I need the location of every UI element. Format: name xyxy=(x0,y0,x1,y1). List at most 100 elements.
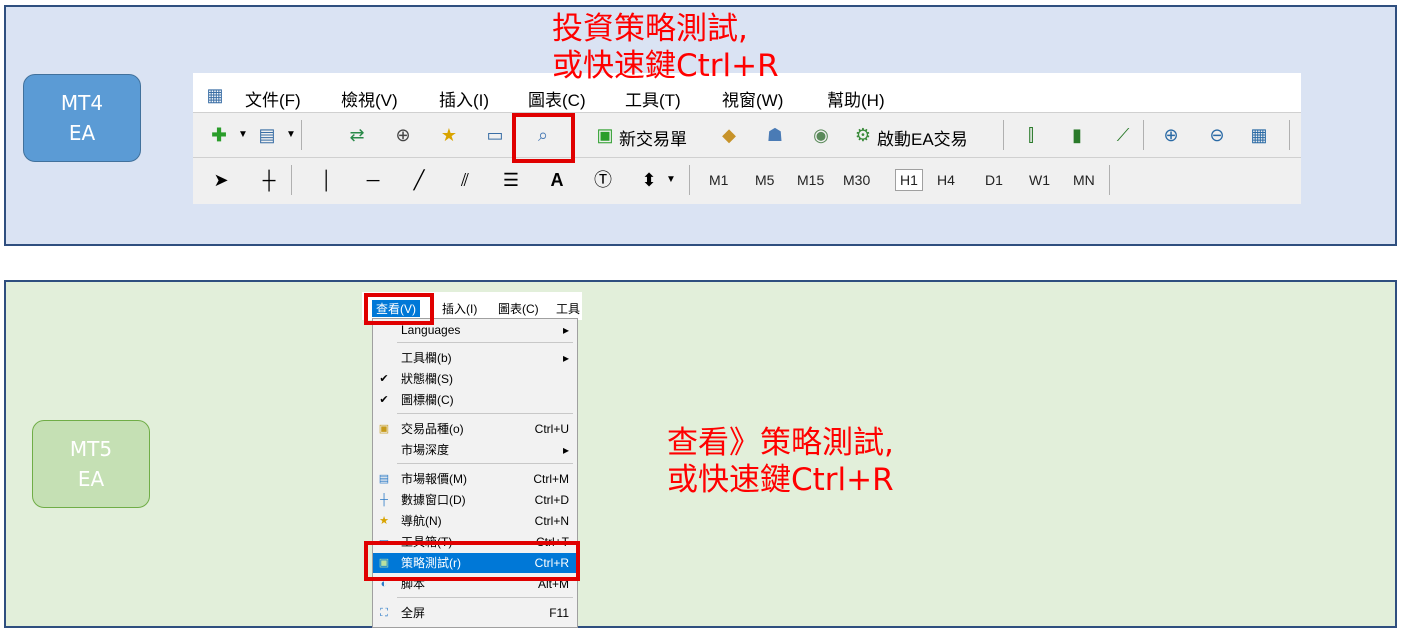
menu-window[interactable]: 視窗(W) xyxy=(722,86,783,111)
menu-item-market-watch[interactable]: ▤ 市場報價(M) Ctrl+M xyxy=(373,469,577,489)
menu-item-status-bar[interactable]: ✔ 狀態欄(S) xyxy=(373,369,577,389)
new-order-button[interactable]: 新交易單 xyxy=(619,125,687,150)
timeframe-mn[interactable]: MN xyxy=(1073,172,1095,188)
candlestick-chart-icon[interactable]: ▮ xyxy=(1065,123,1089,147)
chevron-down-icon[interactable]: ▼ xyxy=(659,168,683,192)
horizontal-line-icon[interactable]: ─ xyxy=(361,168,385,192)
metaeditor-icon[interactable]: ◆ xyxy=(717,123,741,147)
timeframe-h4[interactable]: H4 xyxy=(937,172,955,188)
zoom-in-icon[interactable]: ⊕ xyxy=(1159,123,1183,147)
community-icon[interactable]: ☗ xyxy=(763,123,787,147)
mt5-annotation: 查看》策略測試, 或快速鍵Ctrl+R xyxy=(667,425,894,499)
navigator-icon[interactable]: ★ xyxy=(437,123,461,147)
timeframe-d1[interactable]: D1 xyxy=(985,172,1003,188)
crosshair-icon[interactable]: ⊕ xyxy=(391,123,415,147)
timeframe-m30[interactable]: M30 xyxy=(843,172,870,188)
menu-item-chart-bar[interactable]: ✔ 圖標欄(C) xyxy=(373,390,577,410)
strategy-tester-highlight xyxy=(512,113,575,163)
mt4-ea-badge: MT4 EA xyxy=(23,74,141,162)
tile-windows-icon[interactable]: ▦ xyxy=(1247,123,1271,147)
menu-view[interactable]: 檢視(V) xyxy=(341,86,398,111)
mt4-drawing-toolbar: ➤ ┼ │ ─ ╱ ⫽ ☰ A Ⓣ ⬍ ▼ M1 M5 M15 M30 H1 H… xyxy=(193,158,1301,202)
toolbar-separator xyxy=(291,165,292,195)
crosshair-tool-icon[interactable]: ┼ xyxy=(257,168,281,192)
line-chart-icon[interactable]: ⟋ xyxy=(1111,123,1135,147)
fibonacci-icon[interactable]: ☰ xyxy=(499,168,523,192)
terminal-icon[interactable]: ▭ xyxy=(483,123,507,147)
mt4-toolbar-screenshot: ▦ 文件(F) 檢視(V) 插入(I) 圖表(C) 工具(T) 視窗(W) 幫助… xyxy=(193,73,1301,204)
menu-item-navigator[interactable]: ★ 導航(N) Ctrl+N xyxy=(373,511,577,531)
menu-insert[interactable]: 插入(I) xyxy=(439,86,489,111)
autotrading-button[interactable]: 啟動EA交易 xyxy=(877,125,968,150)
mt4-annotation: 投資策略測試, 或快速鍵Ctrl+R xyxy=(552,11,779,85)
menu-separator xyxy=(397,413,573,414)
arrows-icon[interactable]: ⬍ xyxy=(637,168,661,192)
menu-item-label: 導航(N) xyxy=(401,514,442,528)
timeframe-h1[interactable]: H1 xyxy=(895,169,923,191)
market-watch-icon: ▤ xyxy=(378,473,390,485)
chart-window-icon[interactable]: ▦ xyxy=(203,83,227,107)
chevron-down-icon[interactable]: ▼ xyxy=(231,123,255,147)
zoom-out-icon[interactable]: ⊖ xyxy=(1205,123,1229,147)
toolbar-separator xyxy=(301,120,302,150)
fullscreen-icon: ⛶ xyxy=(380,607,388,619)
menu-item-shortcut: Ctrl+D xyxy=(534,493,569,507)
new-order-icon[interactable]: ▣ xyxy=(593,123,617,147)
submenu-arrow-icon: ▸ xyxy=(562,351,569,365)
menu-item-shortcut: Ctrl+U xyxy=(534,422,569,436)
signals-icon[interactable]: ◉ xyxy=(809,123,833,147)
text-label-icon[interactable]: Ⓣ xyxy=(591,168,615,192)
market-watch-icon[interactable]: ⇄ xyxy=(345,123,369,147)
menu-item-toolbars[interactable]: 工具欄(b) ▸ xyxy=(373,348,577,368)
menu-item-label: 市場報價(M) xyxy=(401,472,467,486)
mt5-annotation-line1: 查看》策略測試, xyxy=(667,425,894,461)
submenu-arrow-icon: ▸ xyxy=(562,323,569,337)
menu-item-fullscreen[interactable]: ⛶ 全屏 F11 xyxy=(373,603,577,623)
mt4-badge-subtitle: EA xyxy=(68,121,96,145)
menu-separator xyxy=(397,463,573,464)
check-icon: ✔ xyxy=(379,394,389,406)
timeframe-m5[interactable]: M5 xyxy=(755,172,774,188)
menu-item-market-depth[interactable]: 市場深度 ▸ xyxy=(373,440,577,460)
toolbar-separator xyxy=(689,165,690,195)
menu-file[interactable]: 文件(F) xyxy=(245,86,301,111)
mt5-ea-badge: MT5 EA xyxy=(32,420,150,508)
toolbar-separator xyxy=(1289,120,1290,150)
menu-item-data-window[interactable]: ┼ 數據窗口(D) Ctrl+D xyxy=(373,490,577,510)
menu-tools[interactable]: 工具(T) xyxy=(625,86,681,111)
menu-item-label: 狀態欄(S) xyxy=(401,372,453,386)
trend-line-icon[interactable]: ╱ xyxy=(407,168,431,192)
menu-item-shortcut: F11 xyxy=(549,606,569,620)
mt5-menu-tools[interactable]: 工具 xyxy=(556,300,580,317)
menu-separator xyxy=(397,597,573,598)
menu-help[interactable]: 幫助(H) xyxy=(827,86,885,111)
timeframe-m1[interactable]: M1 xyxy=(709,172,728,188)
text-tool-icon[interactable]: A xyxy=(545,168,569,192)
mt4-annotation-line2: 或快速鍵Ctrl+R xyxy=(552,48,779,84)
menu-item-label: 全屏 xyxy=(401,606,426,620)
menu-item-symbols[interactable]: ▣ 交易品種(o) Ctrl+U xyxy=(373,419,577,439)
menu-charts[interactable]: 圖表(C) xyxy=(528,86,586,111)
data-window-icon: ┼ xyxy=(380,494,388,506)
mt5-annotation-line2: 或快速鍵Ctrl+R xyxy=(667,462,894,498)
menu-item-label: 數據窗口(D) xyxy=(401,493,466,507)
new-chart-icon[interactable]: ✚ xyxy=(207,123,231,147)
vertical-line-icon[interactable]: │ xyxy=(315,168,339,192)
equidistant-channel-icon[interactable]: ⫽ xyxy=(453,168,477,192)
profiles-icon[interactable]: ▤ xyxy=(255,123,279,147)
toolbar-separator xyxy=(1143,120,1144,150)
chevron-down-icon[interactable]: ▼ xyxy=(279,123,303,147)
strategy-tester-item-highlight xyxy=(364,541,580,581)
cursor-icon[interactable]: ➤ xyxy=(209,168,233,192)
mt5-menu-insert[interactable]: 插入(I) xyxy=(442,300,477,317)
timeframe-w1[interactable]: W1 xyxy=(1029,172,1050,188)
bar-chart-icon[interactable]: ⫿ xyxy=(1019,123,1043,147)
mt4-standard-toolbar: ✚ ▼ ▤ ▼ ⇄ ⊕ ★ ▭ ⌕ ▣ 新交易單 ◆ ☗ ◉ ⚙ 啟動EA交易 … xyxy=(193,112,1301,158)
autotrading-icon[interactable]: ⚙ xyxy=(851,123,875,147)
mt5-menu-charts[interactable]: 圖表(C) xyxy=(498,300,539,317)
timeframe-m15[interactable]: M15 xyxy=(797,172,824,188)
symbols-icon: ▣ xyxy=(378,423,390,435)
menu-item-shortcut: Ctrl+N xyxy=(534,514,569,528)
toolbar-separator xyxy=(1003,120,1004,150)
menu-separator xyxy=(397,342,573,343)
